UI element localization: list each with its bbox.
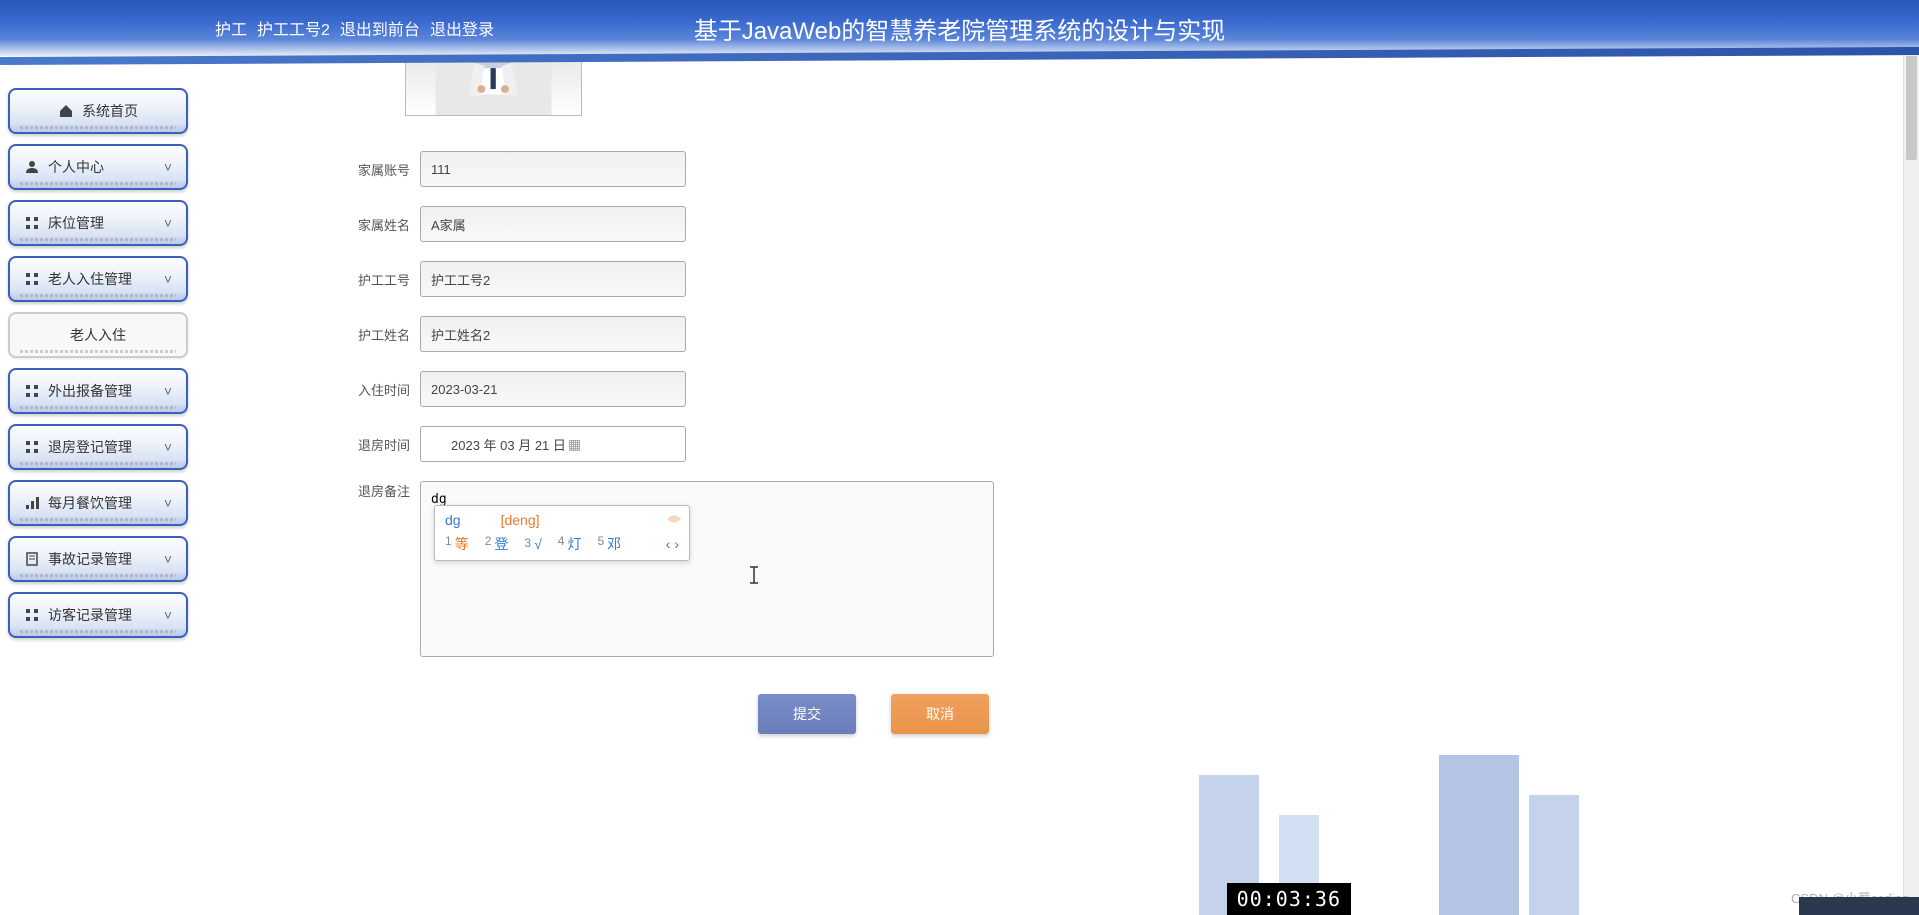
text-cursor-icon [746, 565, 762, 585]
ime-input-text: dg [445, 512, 461, 528]
sidebar-item-outing[interactable]: 外出报备管理 ˅ [8, 368, 188, 414]
family-name-label: 家属姓名 [340, 215, 410, 234]
user-id[interactable]: 护工工号2 [257, 16, 330, 40]
family-name-input[interactable] [420, 206, 686, 242]
chevron-down-icon: ˅ [164, 495, 172, 511]
recording-timer: 00:03:36 [1227, 883, 1351, 915]
checkout-time-input[interactable] [420, 426, 686, 462]
checkin-time-input[interactable] [420, 371, 686, 407]
sidebar-item-label: 每月餐饮管理 [48, 493, 132, 513]
ime-candidate-5[interactable]: 5邓 [597, 534, 621, 554]
chevron-down-icon: ˅ [164, 215, 172, 231]
person-icon [24, 159, 40, 175]
sidebar-item-checkin-sub[interactable]: 老人入住 [8, 312, 188, 358]
sidebar-item-accident[interactable]: 事故记录管理 ˅ [8, 536, 188, 582]
chevron-down-icon: ˅ [164, 551, 172, 567]
chevron-down-icon: ˅ [164, 383, 172, 399]
sidebar: 系统首页个人中心˅床位管理˅老人入住管理˅老人入住外出报备管理˅退房登记管理˅每… [8, 88, 188, 638]
grid-icon [24, 383, 40, 399]
ime-pinyin-text: [deng] [501, 512, 540, 528]
sidebar-item-label: 外出报备管理 [48, 381, 132, 401]
vertical-scrollbar[interactable] [1903, 0, 1919, 915]
sidebar-item-meal[interactable]: 每月餐饮管理 ˅ [8, 480, 188, 526]
profile-photo [405, 56, 582, 116]
sidebar-item-checkin[interactable]: 老人入住管理 ˅ [8, 256, 188, 302]
form: 家属账号 家属姓名 护工工号 护工姓名 入住时间 退房时间 ▦ 退房备注 [200, 151, 1919, 662]
grid-icon [24, 215, 40, 231]
ime-candidates: 1等 2登 3√ 4灯 5邓 ‹› [445, 534, 679, 554]
grid-icon [24, 271, 40, 287]
ime-candidate-2[interactable]: 2登 [485, 534, 509, 554]
sidebar-item-label: 事故记录管理 [48, 549, 132, 569]
sidebar-item-label: 个人中心 [48, 157, 104, 177]
sidebar-item-label: 系统首页 [82, 101, 138, 121]
checkin-time-label: 入住时间 [340, 380, 410, 399]
taskbar-trayshadow [1799, 897, 1919, 915]
chevron-down-icon: ˅ [164, 439, 172, 455]
sidebar-item-checkout[interactable]: 退房登记管理 ˅ [8, 424, 188, 470]
chevron-down-icon: ˅ [164, 159, 172, 175]
sidebar-item-label: 老人入住 [70, 325, 126, 345]
family-account-input[interactable] [420, 151, 686, 187]
doc-icon [24, 551, 40, 567]
sidebar-item-label: 老人入住管理 [48, 269, 132, 289]
grid-icon [24, 607, 40, 623]
ime-candidate-3[interactable]: 3√ [524, 536, 541, 552]
sidebar-item-label: 退房登记管理 [48, 437, 132, 457]
sidebar-item-visitor[interactable]: 访客记录管理 ˅ [8, 592, 188, 638]
sidebar-item-home[interactable]: 系统首页 [8, 88, 188, 134]
family-account-label: 家属账号 [340, 160, 410, 179]
ime-prev[interactable]: ‹ [666, 536, 671, 552]
sidebar-item-bed[interactable]: 床位管理 ˅ [8, 200, 188, 246]
cancel-button[interactable]: 取消 [891, 694, 989, 734]
sidebar-item-label: 床位管理 [48, 213, 104, 233]
logout-link[interactable]: 退出登录 [430, 16, 494, 40]
nurse-id-label: 护工工号 [340, 270, 410, 289]
grid-icon [24, 439, 40, 455]
nurse-name-input[interactable] [420, 316, 686, 352]
bars-icon [24, 495, 40, 511]
ime-logo-icon [665, 510, 683, 528]
submit-button[interactable]: 提交 [758, 694, 856, 734]
page-title: 基于JavaWeb的智慧养老院管理系统的设计与实现 [694, 11, 1226, 46]
nurse-id-input[interactable] [420, 261, 686, 297]
sidebar-item-label: 访客记录管理 [48, 605, 132, 625]
logout-front-link[interactable]: 退出到前台 [340, 16, 420, 40]
top-header: 护工 护工工号2 退出到前台 退出登录 基于JavaWeb的智慧养老院管理系统的… [0, 0, 1919, 56]
ime-next[interactable]: › [674, 536, 679, 552]
user-role[interactable]: 护工 [215, 16, 247, 40]
home-icon [58, 103, 74, 119]
chevron-down-icon: ˅ [164, 271, 172, 287]
content-area: 家属账号 家属姓名 护工工号 护工姓名 入住时间 退房时间 ▦ 退房备注 [200, 56, 1919, 915]
ime-candidate-4[interactable]: 4灯 [558, 534, 582, 554]
checkout-note-label: 退房备注 [340, 481, 410, 500]
sidebar-item-profile[interactable]: 个人中心 ˅ [8, 144, 188, 190]
ime-candidate-1[interactable]: 1等 [445, 534, 469, 554]
chevron-down-icon: ˅ [164, 607, 172, 623]
checkout-time-label: 退房时间 [340, 435, 410, 454]
ime-popup: dg [deng] 1等 2登 3√ 4灯 5邓 ‹› [434, 505, 690, 561]
nurse-name-label: 护工姓名 [340, 325, 410, 344]
